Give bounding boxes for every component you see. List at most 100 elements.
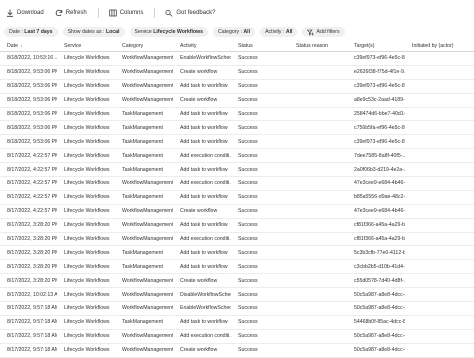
cell-status-reason: [289, 65, 347, 80]
table-row[interactable]: 8/17/2022, 3:28:20 PM Lifecycle Workflows…: [0, 218, 474, 233]
cell-status-reason: [289, 190, 347, 205]
filter-pill-activity[interactable]: Activity : All: [260, 27, 298, 37]
add-filters-button[interactable]: Add filters: [302, 27, 345, 37]
table-row[interactable]: 8/17/2022, 4:22:57 PM Lifecycle Workflows…: [0, 176, 474, 191]
cell-service: Lifecycle Workflows: [57, 218, 115, 233]
cell-initiated-by: [405, 259, 474, 275]
cell-status-reason: [289, 79, 347, 94]
table-row[interactable]: 8/18/2022, 9:53:06 PM Lifecycle Workflows…: [0, 79, 474, 94]
cell-activity: Add task to workflow: [173, 162, 231, 178]
cell-status: Success: [231, 329, 289, 344]
cell-category: TaskManagement: [115, 148, 173, 164]
table-body: 8/18/2022, 10:53:16 ... Lifecycle Workflo…: [0, 51, 474, 358]
table-row[interactable]: 8/17/2022, 9:57:18 AM Lifecycle Workflows…: [0, 343, 474, 358]
cell-service: Lifecycle Workflows: [57, 259, 115, 275]
table-row[interactable]: 8/17/2022, 3:28:20 PM Lifecycle Workflows…: [0, 273, 474, 289]
sort-icon: ↓: [19, 42, 23, 49]
column-header-status[interactable]: Status: [231, 40, 289, 52]
cell-category: WorkflowManagement: [115, 232, 173, 247]
cell-targets: 50c5a987-a8e8-4dcc-8...: [347, 301, 405, 316]
column-header-targets[interactable]: Target(s): [347, 40, 405, 52]
cell-service: Lifecycle Workflows: [57, 329, 115, 344]
cell-initiated-by: [405, 176, 474, 191]
table-row[interactable]: 8/17/2022, 3:28:20 PM Lifecycle Workflows…: [0, 232, 474, 247]
filter-pill-service[interactable]: Service Lifecycle Workflows: [129, 27, 209, 37]
cell-initiated-by: [405, 301, 474, 316]
cell-service: Lifecycle Workflows: [57, 120, 115, 136]
cell-status: Success: [231, 259, 289, 275]
table-row[interactable]: 8/18/2022, 9:53:06 PM Lifecycle Workflows…: [0, 65, 474, 80]
table-row[interactable]: 8/17/2022, 3:28:20 PM Lifecycle Workflows…: [0, 245, 474, 261]
cell-targets: c55d0578-7d40-4d8f-...: [347, 273, 405, 289]
download-button[interactable]: Download: [6, 9, 44, 17]
cell-date: 8/17/2022, 9:57:18 AM: [0, 301, 57, 316]
cell-status: Success: [231, 232, 289, 247]
cell-status: Success: [231, 245, 289, 261]
cell-initiated-by: [405, 329, 474, 344]
cell-status: Success: [231, 120, 289, 136]
table-row[interactable]: 8/18/2022, 9:53:06 PM Lifecycle Workflows…: [0, 134, 474, 150]
cell-targets: 47e3cee9-e684-4b46-...: [347, 204, 405, 219]
cell-status-reason: [289, 232, 347, 247]
column-header-status-reason[interactable]: Status reason: [289, 40, 347, 52]
table-row[interactable]: 8/17/2022, 4:22:57 PM Lifecycle Workflows…: [0, 190, 474, 205]
cell-category: TaskManagement: [115, 245, 173, 261]
column-header-activity[interactable]: Activity: [173, 40, 231, 52]
cell-service: Lifecycle Workflows: [57, 148, 115, 164]
cell-category: TaskManagement: [115, 190, 173, 205]
cell-targets: 54468b0f-85ac-4dcc-8...: [347, 315, 405, 330]
cell-category: WorkflowManagement: [115, 287, 173, 303]
filter-pill-category[interactable]: Category : All: [213, 27, 256, 37]
download-label: Download: [17, 10, 44, 16]
table-row[interactable]: 8/18/2022, 9:53:06 PM Lifecycle Workflows…: [0, 120, 474, 136]
cell-initiated-by: [405, 65, 474, 80]
table-row[interactable]: 8/17/2022, 9:57:18 AM Lifecycle Workflows…: [0, 301, 474, 316]
cell-status-reason: [289, 107, 347, 122]
cell-service: Lifecycle Workflows: [57, 176, 115, 191]
table-row[interactable]: 8/17/2022, 10:02:13 AM Lifecycle Workflow…: [0, 287, 474, 303]
columns-icon: [109, 9, 117, 17]
column-header-date[interactable]: Date ↓: [0, 40, 57, 52]
filter-pill-show-dates[interactable]: Show dates as : Local: [62, 27, 125, 37]
table-row[interactable]: 8/17/2022, 9:57:18 AM Lifecycle Workflows…: [0, 329, 474, 344]
filter-bar: Date : Last 7 days Show dates as : Local…: [4, 26, 350, 38]
table-row[interactable]: 8/17/2022, 3:28:20 PM Lifecycle Workflows…: [0, 259, 474, 275]
refresh-icon: [55, 9, 63, 17]
filter-pill-date[interactable]: Date : Last 7 days: [4, 27, 58, 37]
cell-service: Lifecycle Workflows: [57, 107, 115, 122]
refresh-button[interactable]: Refresh: [55, 9, 87, 17]
cell-service: Lifecycle Workflows: [57, 79, 115, 94]
table-row[interactable]: 8/17/2022, 4:22:57 PM Lifecycle Workflows…: [0, 204, 474, 219]
column-header-service[interactable]: Service: [57, 40, 115, 52]
feedback-button[interactable]: Got feedback?: [165, 9, 215, 17]
cell-category: WorkflowManagement: [115, 65, 173, 80]
download-icon: [6, 9, 14, 17]
cell-category: WorkflowManagement: [115, 273, 173, 289]
column-header-category[interactable]: Category: [115, 40, 173, 52]
cell-status-reason: [289, 134, 347, 150]
column-header-initiated-by[interactable]: Initiated by (actor): [405, 40, 474, 52]
columns-button[interactable]: Columns: [109, 9, 143, 17]
cell-status-reason: [289, 204, 347, 219]
table-row[interactable]: 8/18/2022, 9:53:06 PM Lifecycle Workflows…: [0, 107, 474, 122]
cell-initiated-by: [405, 79, 474, 94]
cell-date: 8/17/2022, 4:22:57 PM: [0, 162, 57, 178]
cell-category: TaskManagement: [115, 134, 173, 150]
table-row[interactable]: 8/18/2022, 9:53:06 PM Lifecycle Workflows…: [0, 93, 474, 108]
cell-activity: Create workflow: [173, 343, 231, 358]
table-row[interactable]: 8/17/2022, 4:22:57 PM Lifecycle Workflows…: [0, 162, 474, 178]
cell-targets: e2626f38-f75d-4f1e-9...: [347, 65, 405, 80]
cell-service: Lifecycle Workflows: [57, 343, 115, 358]
cell-targets: 50c5a987-a8e8-4dcc-8...: [347, 329, 405, 344]
cell-status-reason: [289, 259, 347, 275]
table-row[interactable]: 8/18/2022, 10:53:16 ... Lifecycle Workflo…: [0, 51, 474, 66]
cell-status: Success: [231, 176, 289, 191]
refresh-label: Refresh: [65, 10, 87, 16]
cell-initiated-by: [405, 245, 474, 261]
table-row[interactable]: 8/17/2022, 4:22:57 PM Lifecycle Workflows…: [0, 148, 474, 164]
cell-category: TaskManagement: [115, 259, 173, 275]
cell-status-reason: [289, 245, 347, 261]
table-row[interactable]: 8/17/2022, 9:57:18 AM Lifecycle Workflows…: [0, 315, 474, 330]
cell-date: 8/17/2022, 4:22:57 PM: [0, 204, 57, 219]
cell-status: Success: [231, 301, 289, 316]
